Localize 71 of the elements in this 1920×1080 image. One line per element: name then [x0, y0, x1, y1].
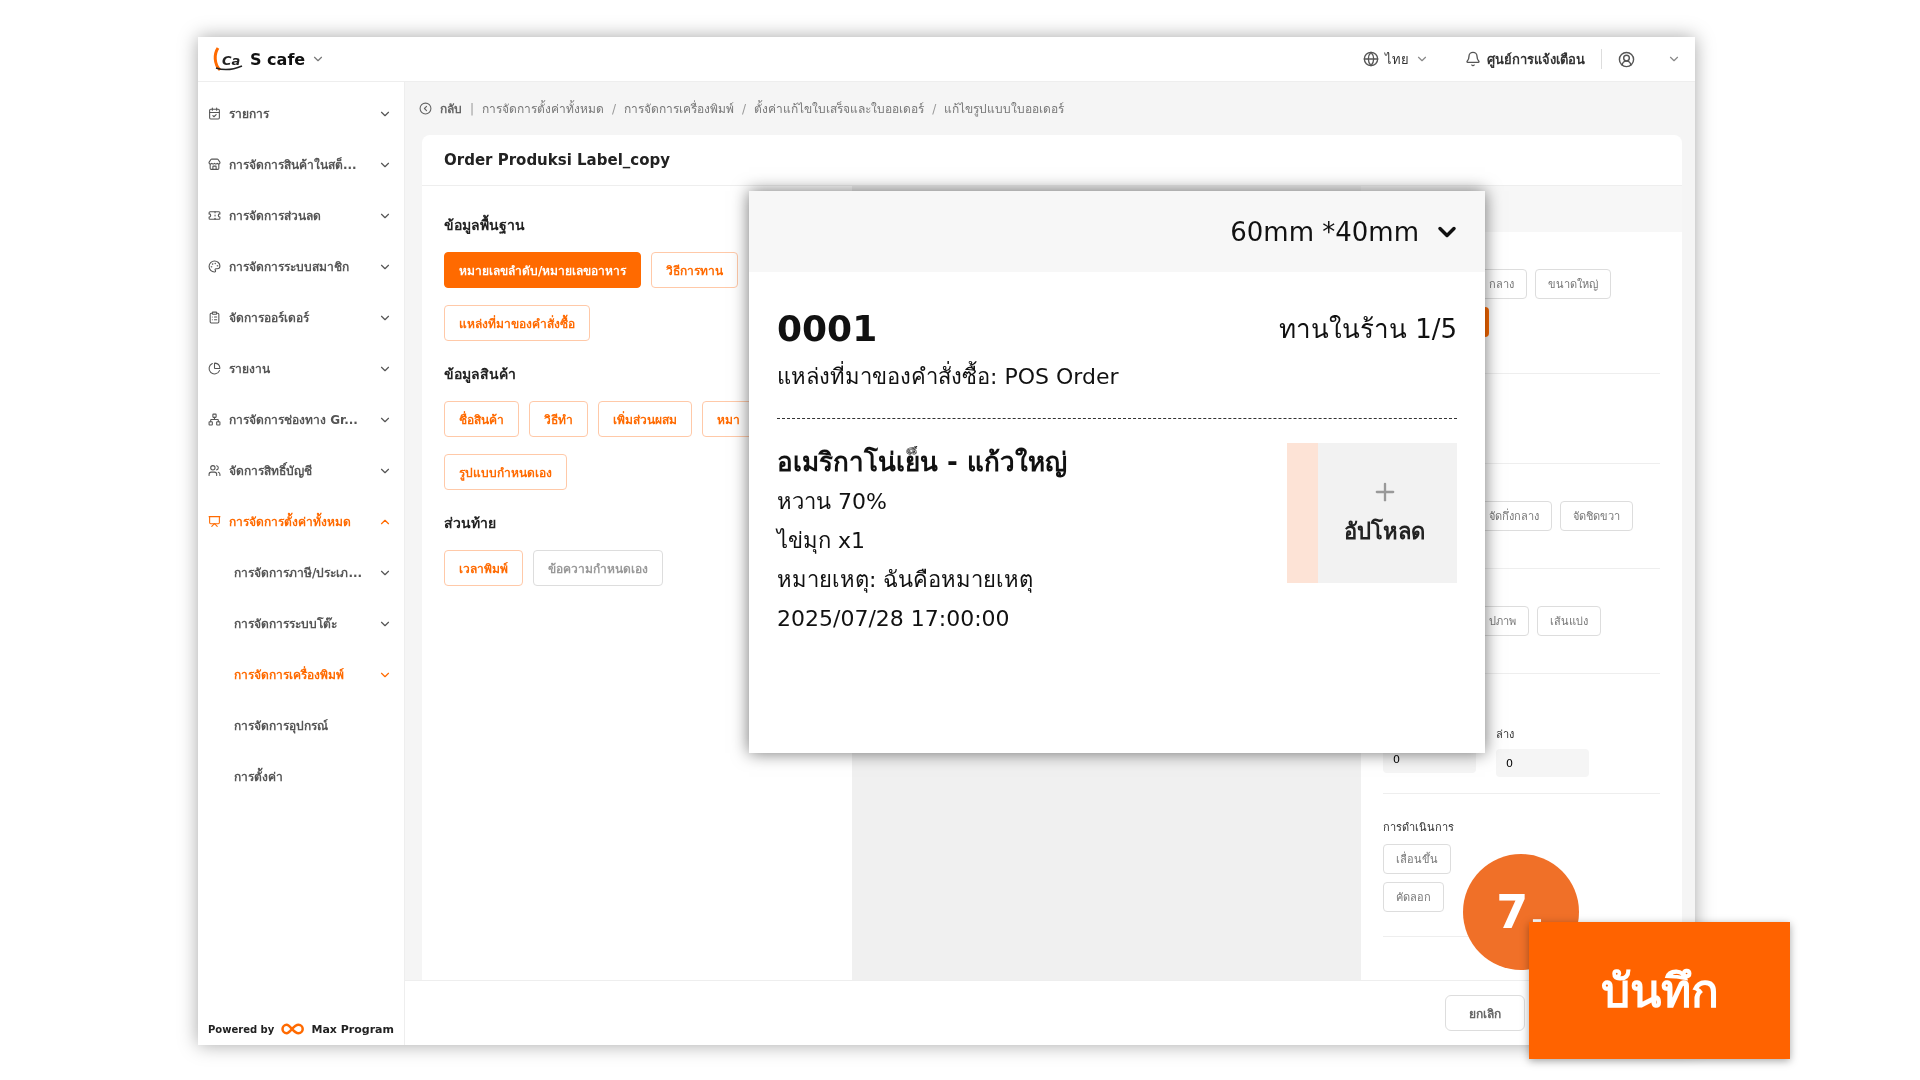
field-chip[interactable]: ชื่อสินค้า	[444, 401, 519, 437]
field-chip[interactable]: วิธีทำ	[529, 401, 588, 437]
section-title: ส่วนท้าย	[444, 514, 497, 533]
save-button[interactable]: บันทึก	[1529, 922, 1790, 1059]
sidebar-item[interactable]: การจัดการตั้งค่าทั้งหมด	[198, 496, 404, 547]
sidebar-item[interactable]: การจัดการช่องทาง Gr...	[198, 394, 404, 445]
option-button[interactable]: จัดชิดขวา	[1560, 501, 1633, 531]
sidebar-item[interactable]: การจัดการส่วนลด	[198, 190, 404, 241]
globe-icon[interactable]	[1363, 51, 1379, 67]
menu-icon	[208, 311, 221, 324]
infinity-logo-icon	[280, 1021, 306, 1037]
notification-center-link[interactable]: ศูนย์การแจ้งเตือน	[1487, 48, 1585, 70]
back-link[interactable]: กลับ	[440, 99, 462, 118]
powered-by-label: Powered by	[208, 1023, 275, 1035]
upload-button[interactable]: อัปโหลด	[1287, 443, 1457, 583]
breadcrumb-link[interactable]: การจัดการเครื่องพิมพ์	[624, 99, 735, 118]
field-chip[interactable]: เพิ่มส่วนผสม	[598, 401, 692, 437]
breadcrumb-link[interactable]: แก้ไขรูปแบบใบออเดอร์	[944, 99, 1065, 118]
menu-icon	[208, 515, 221, 528]
action-button[interactable]: คัดลอก	[1383, 882, 1444, 912]
field-label: ล่าง	[1496, 727, 1515, 743]
menu-icon	[208, 260, 221, 273]
item-detail-text: ไข่มุก x1	[777, 527, 866, 556]
field-chip[interactable]: หมายเลขลำดับ/หมายเลขอาหาร	[444, 252, 642, 288]
field-chip[interactable]: เวลาพิมพ์	[444, 550, 523, 586]
sidebar-item[interactable]: การจัดการสินค้าในสต็...	[198, 139, 404, 190]
menu-icon	[208, 362, 221, 375]
dine-mode-text: ทานในร้าน 1/5	[1278, 313, 1457, 346]
sidebar-subitem[interactable]: การจัดการอุปกรณ์	[198, 700, 404, 751]
breadcrumb-separator: /	[932, 101, 937, 116]
sidebar-item[interactable]: รายการ	[198, 88, 404, 139]
field-chip[interactable]: แหล่งที่มาของคำสั่งซื้อ	[444, 305, 590, 341]
sidebar-item[interactable]: การจัดการระบบสมาชิก	[198, 241, 404, 292]
breadcrumb-divider: |	[470, 101, 475, 116]
order-number: 0001	[777, 308, 878, 349]
item-detail-text: หวาน 70%	[777, 488, 888, 516]
item-name: อเมริกาโน่เย็น - แก้วใหญ่	[777, 445, 1067, 480]
breadcrumb-separator: /	[612, 101, 617, 116]
brand-name: Max Program	[311, 1022, 394, 1036]
store-name[interactable]: S cafe	[250, 49, 306, 69]
menu-icon	[208, 464, 221, 477]
sidebar-subitem[interactable]: การจัดการเครื่องพิมพ์	[198, 649, 404, 700]
sidebar-item[interactable]: จัดการออร์เดอร์	[198, 292, 404, 343]
sidebar-item[interactable]: รายงาน	[198, 343, 404, 394]
user-icon[interactable]	[1618, 50, 1635, 68]
action-button[interactable]: เลื่อนขึ้น	[1383, 844, 1451, 874]
number-input[interactable]: 0	[1496, 749, 1589, 777]
item-detail-text: 2025/07/28 17:00:00	[777, 605, 1011, 633]
breadcrumb-link[interactable]: การจัดการตั้งค่าทั้งหมด	[482, 99, 605, 118]
section-label: การดำเนินการ	[1383, 820, 1455, 836]
menu-icon	[208, 158, 221, 171]
cancel-button[interactable]: ยกเลิก	[1445, 995, 1525, 1031]
field-chip[interactable]: รูปแบบกำหนดเอง	[444, 454, 567, 490]
option-button[interactable]: เส้นแบ่ง	[1537, 606, 1601, 636]
bell-icon[interactable]	[1465, 51, 1481, 67]
sidebar-item[interactable]: จัดการสิทธิ์บัญชี	[198, 445, 404, 496]
breadcrumb-separator: /	[742, 101, 747, 116]
language-label[interactable]: ไทย	[1385, 48, 1409, 70]
menu-icon	[208, 107, 221, 120]
order-source-text: แหล่งที่มาของคำสั่งซื้อ: POS Order	[777, 357, 1457, 396]
breadcrumb-link[interactable]: ตั้งค่าแก้ไขใบเสร็จและใบออเดอร์	[754, 99, 925, 118]
paper-size-select[interactable]: 60mm *40mm	[749, 191, 1485, 272]
sidebar-subitem[interactable]: การจัดการระบบโต๊ะ	[198, 598, 404, 649]
menu-icon	[208, 413, 221, 426]
option-button[interactable]: ขนาดใหญ่	[1535, 268, 1611, 299]
menu-icon	[208, 209, 221, 222]
sidebar-subitem[interactable]: การจัดการภาษี/ประเภ...	[198, 547, 404, 598]
item-detail-text: หมายเหตุ: ฉันคือหมายเหตุ	[777, 566, 1035, 595]
sidebar-subitem[interactable]: การตั้งค่า	[198, 751, 404, 802]
back-icon[interactable]	[419, 102, 432, 115]
field-chip[interactable]: วิธีการทาน	[651, 252, 739, 288]
